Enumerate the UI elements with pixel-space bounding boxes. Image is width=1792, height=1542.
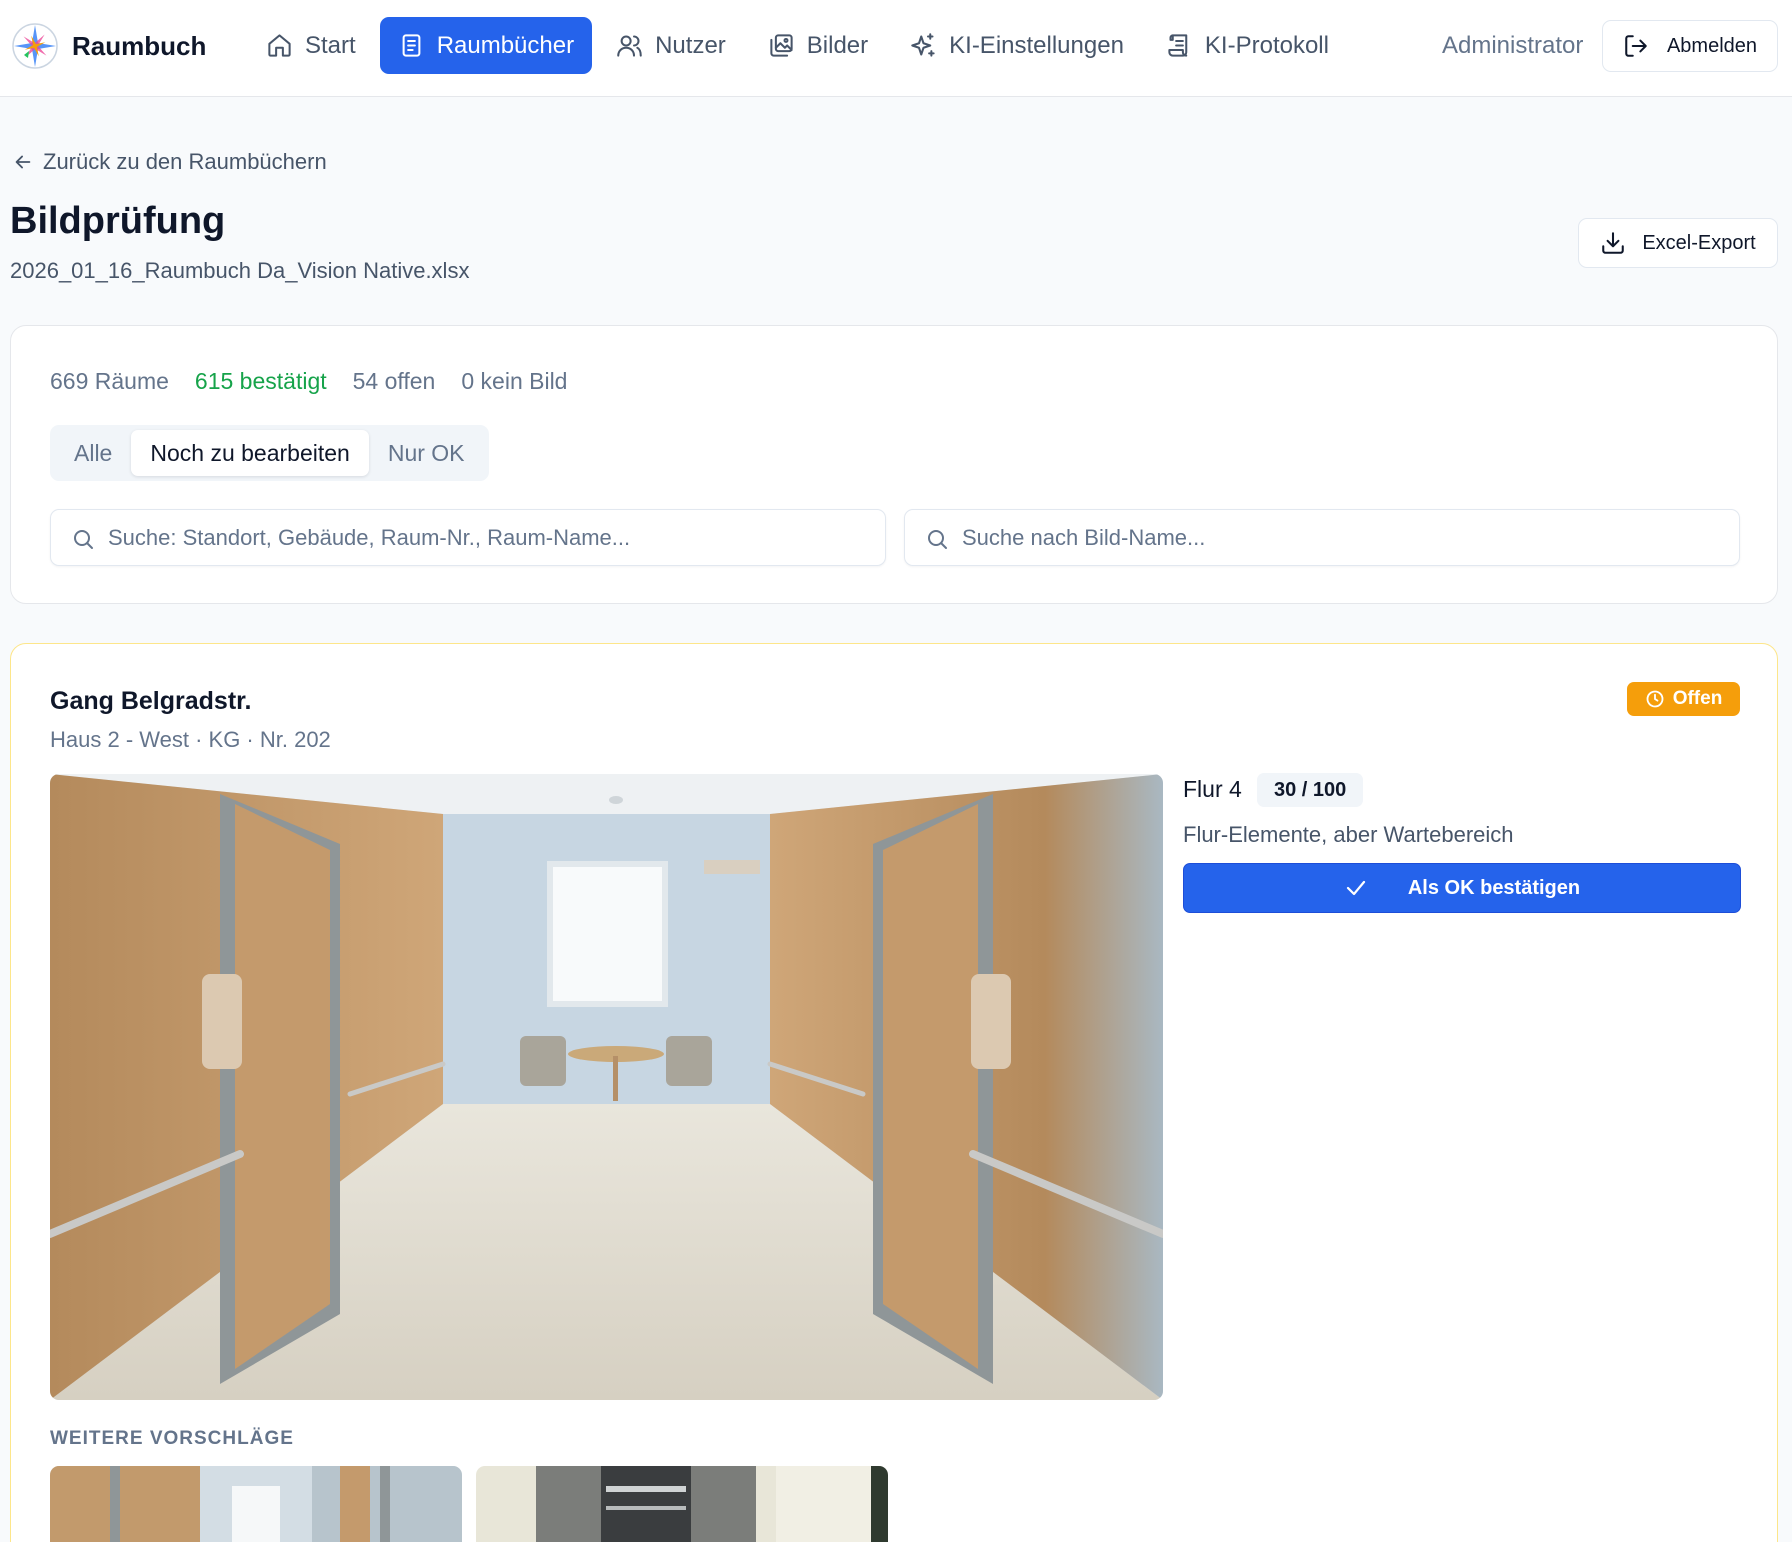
nav-item-ki-einstellungen[interactable]: KI-Einstellungen bbox=[892, 17, 1142, 74]
download-icon bbox=[1602, 232, 1625, 254]
logout-icon bbox=[1625, 35, 1647, 57]
image-search-input[interactable] bbox=[905, 510, 1739, 565]
image-search-box bbox=[904, 509, 1740, 566]
nav-item-label: Nutzer bbox=[655, 31, 726, 59]
app-name: Raumbuch bbox=[72, 30, 207, 61]
segment-to-edit[interactable]: Noch zu bearbeiten bbox=[131, 430, 369, 476]
arrow-left-icon bbox=[15, 155, 31, 169]
nav-item-label: Start bbox=[305, 31, 356, 59]
more-suggestions-heading: WEITERE VORSCHLÄGE bbox=[50, 1428, 294, 1449]
nav-item-label: Bilder bbox=[806, 31, 869, 59]
current-user-name: Administrator bbox=[1442, 32, 1584, 59]
confirm-label: Als OK bestätigen bbox=[1407, 876, 1581, 899]
filter-card: 669 Räume 615 bestätigt 54 offen 0 kein … bbox=[10, 325, 1778, 604]
suggestion-thumbnail[interactable] bbox=[476, 1466, 888, 1542]
filter-segmented-control: Alle Noch zu bearbeiten Nur OK bbox=[50, 425, 489, 481]
file-name: 2026_01_16_Raumbuch Da_Vision Native.xls… bbox=[10, 258, 470, 283]
users-icon bbox=[617, 35, 642, 57]
room-name: Gang Belgradstr. bbox=[50, 687, 252, 715]
main-nav: Start Raumbücher Nutzer Bilder KI-Einste… bbox=[248, 17, 1347, 74]
room-search-input[interactable] bbox=[51, 510, 885, 565]
confirm-ok-button[interactable]: Als OK bestätigen bbox=[1183, 863, 1741, 913]
segment-only-ok[interactable]: Nur OK bbox=[369, 430, 484, 476]
nav-item-nutzer[interactable]: Nutzer bbox=[598, 17, 744, 74]
nav-item-start[interactable]: Start bbox=[248, 17, 374, 74]
stat-open: 54 offen bbox=[352, 368, 436, 394]
brand[interactable]: Raumbuch bbox=[10, 20, 206, 72]
back-to-raumbuecher-link[interactable]: Zurück zu den Raumbüchern bbox=[12, 149, 327, 175]
images-icon bbox=[770, 34, 793, 57]
score-badge: 30 / 100 bbox=[1257, 773, 1364, 807]
nav-item-label: Raumbücher bbox=[436, 31, 575, 59]
book-icon bbox=[402, 34, 421, 57]
suggestion-thumbnail[interactable] bbox=[50, 1466, 462, 1542]
image-description: Flur-Elemente, aber Wartebereich bbox=[1183, 822, 1514, 847]
back-link-label: Zurück zu den Raumbüchern bbox=[43, 149, 327, 174]
search-icon bbox=[928, 530, 947, 549]
clock-icon bbox=[1646, 690, 1664, 708]
search-icon bbox=[74, 530, 93, 549]
nav-item-bilder[interactable]: Bilder bbox=[750, 17, 886, 74]
status-label: Offen bbox=[1672, 688, 1723, 709]
segment-all[interactable]: Alle bbox=[55, 430, 131, 476]
compass-star-logo-icon bbox=[12, 23, 58, 69]
image-label: Flur 4 bbox=[1183, 776, 1242, 802]
stat-rooms: 669 Räume bbox=[50, 368, 169, 394]
logout-button[interactable]: Abmelden bbox=[1602, 20, 1778, 72]
check-icon bbox=[1346, 880, 1365, 896]
nav-item-raumbuecher[interactable]: Raumbücher bbox=[379, 17, 593, 74]
nav-item-label: KI-Protokoll bbox=[1204, 31, 1329, 59]
logout-label: Abmelden bbox=[1666, 34, 1758, 57]
room-meta: Haus 2 - West · KG · Nr. 202 bbox=[50, 727, 331, 752]
room-photo[interactable] bbox=[50, 774, 1163, 1400]
page-title: Bildprüfung bbox=[10, 200, 226, 242]
stat-confirmed: 615 bestätigt bbox=[194, 368, 327, 394]
sparkles-icon bbox=[911, 33, 935, 57]
room-card: Gang Belgradstr. Haus 2 - West · KG · Nr… bbox=[10, 643, 1778, 1542]
corridor-thumbnail-image bbox=[50, 1466, 462, 1542]
corridor-photo bbox=[50, 774, 1163, 1400]
excel-export-button[interactable]: Excel-Export bbox=[1578, 218, 1778, 268]
export-label: Excel-Export bbox=[1642, 231, 1756, 254]
status-badge: Offen bbox=[1627, 682, 1740, 716]
scroll-icon bbox=[1168, 34, 1188, 57]
stat-no-image: 0 kein Bild bbox=[461, 368, 568, 394]
elevator-thumbnail-image bbox=[476, 1466, 888, 1542]
nav-item-ki-protokoll[interactable]: KI-Protokoll bbox=[1148, 17, 1347, 74]
home-icon bbox=[268, 34, 291, 57]
stats-row: 669 Räume 615 bestätigt 54 offen 0 kein … bbox=[50, 368, 567, 395]
top-navigation-bar: Raumbuch Start Raumbücher Nutzer Bilder … bbox=[0, 0, 1792, 97]
nav-item-label: KI-Einstellungen bbox=[949, 31, 1124, 59]
room-search-box bbox=[50, 509, 886, 566]
